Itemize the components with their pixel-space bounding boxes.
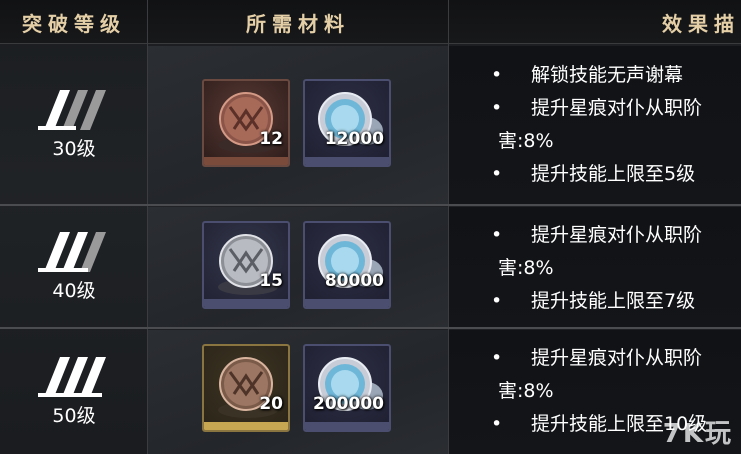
material-slot[interactable]: 12000 bbox=[303, 79, 391, 167]
level-cell: 40级 bbox=[0, 207, 148, 327]
rarity-bar bbox=[204, 422, 288, 430]
bronze-emblem-icon bbox=[218, 92, 278, 153]
material-slot[interactable]: 12 bbox=[202, 79, 290, 167]
material-count: 15 bbox=[259, 271, 283, 291]
effects-cell: • 提升星痕对仆从职阶 害:8% • 提升技能上限至10级 7K玩 bbox=[448, 330, 741, 454]
rank-slashes-icon bbox=[38, 89, 106, 130]
header-effect-description: 效果描 bbox=[662, 11, 740, 36]
effect-continuation: 害:8% bbox=[498, 380, 554, 402]
row-divider bbox=[0, 204, 741, 206]
effect-item: • 解锁技能无声谢幕 bbox=[491, 64, 684, 86]
level-label: 50级 bbox=[52, 404, 96, 427]
silver-coin-icon bbox=[318, 357, 383, 411]
rarity-bar bbox=[305, 422, 389, 430]
material-count: 12000 bbox=[324, 129, 384, 149]
header-required-materials: 所需材料 bbox=[246, 11, 350, 36]
material-slot[interactable]: 200000 bbox=[303, 344, 391, 432]
effect-item: • 提升技能上限至5级 bbox=[491, 163, 696, 185]
header-breakthrough-level: 突破等级 bbox=[22, 11, 126, 36]
column-divider bbox=[448, 0, 449, 454]
materials-cell: 20 200000 bbox=[148, 330, 448, 454]
site-watermark: 7K玩 bbox=[662, 419, 733, 449]
silver-coin-icon bbox=[318, 92, 383, 146]
rarity-bar bbox=[305, 157, 389, 165]
material-slot[interactable]: 80000 bbox=[303, 221, 391, 309]
material-slot[interactable]: 20 bbox=[202, 344, 290, 432]
rarity-bar bbox=[204, 157, 288, 165]
table-row-40: 40级 15 80000 • 提升星痕对仆从职阶 害:8% • 提升技能上限至7… bbox=[0, 207, 741, 327]
effects-cell: • 提升星痕对仆从职阶 害:8% • 提升技能上限至7级 bbox=[448, 207, 741, 327]
material-count: 12 bbox=[259, 129, 283, 149]
material-count: 200000 bbox=[313, 394, 384, 414]
effect-item: • 提升星痕对仆从职阶 bbox=[491, 224, 703, 246]
level-label: 40级 bbox=[52, 279, 96, 302]
level-label: 30级 bbox=[52, 137, 96, 160]
table-row-30: 30级 12 12000 • 解锁技能无声谢幕 • 提升星痕对仆从职阶 害:8%… bbox=[0, 46, 741, 204]
rank-slashes-icon bbox=[38, 356, 106, 397]
table-header: 突破等级 所需材料 效果描 bbox=[0, 0, 741, 44]
material-count: 20 bbox=[259, 394, 283, 414]
table-row-50: 50级 20 200000 • 提升星痕对仆从职阶 害:8% • 提升技能上限至… bbox=[0, 330, 741, 454]
effects-cell: • 解锁技能无声谢幕 • 提升星痕对仆从职阶 害:8% • 提升技能上限至5级 bbox=[448, 46, 741, 204]
effect-item: • 提升星痕对仆从职阶 bbox=[491, 97, 703, 119]
effect-continuation: 害:8% bbox=[498, 257, 554, 279]
rank-slashes-icon bbox=[38, 231, 106, 272]
row-divider bbox=[0, 327, 741, 329]
material-slot[interactable]: 15 bbox=[202, 221, 290, 309]
effect-item: • 提升技能上限至7级 bbox=[491, 290, 696, 312]
effect-item: • 提升星痕对仆从职阶 bbox=[491, 347, 703, 369]
level-cell: 30级 bbox=[0, 46, 148, 204]
silver-emblem-icon bbox=[218, 234, 278, 295]
materials-cell: 15 80000 bbox=[148, 207, 448, 327]
column-divider bbox=[147, 0, 148, 454]
rarity-bar bbox=[305, 299, 389, 307]
rarity-bar bbox=[204, 299, 288, 307]
silver-coin-icon bbox=[318, 234, 383, 288]
effect-continuation: 害:8% bbox=[498, 130, 554, 152]
breakthrough-table: 突破等级 所需材料 效果描 30级 12 12000 • 解锁技能无声谢幕 • … bbox=[0, 0, 741, 454]
gold-emblem-icon bbox=[218, 357, 278, 418]
materials-cell: 12 12000 bbox=[148, 46, 448, 204]
level-cell: 50级 bbox=[0, 330, 148, 454]
material-count: 80000 bbox=[324, 271, 384, 291]
